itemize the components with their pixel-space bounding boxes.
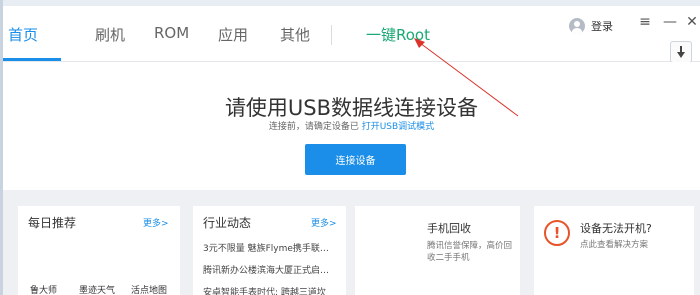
minimize-icon[interactable]: — [662,14,678,30]
download-icon [677,52,685,58]
tab-home[interactable]: 首页 [8,24,38,45]
news-item[interactable]: 3元不限量 魅族Flyme携手联… [203,241,329,254]
more-link[interactable]: 更多> [143,216,169,229]
card-title: 每日推荐 [28,216,77,230]
connect-panel: 请使用USB数据线连接设备 连接前，请确定设备已 打开USB调试模式 连接设备 [3,62,700,190]
card-title: 行业动态 [203,216,252,230]
industry-news-card: 行业动态 更多> 3元不限量 魅族Flyme携手联… 腾讯新办公楼滨海大厦正式启… [193,206,346,295]
nav-separator [331,25,332,45]
app-item[interactable]: 活点地图 [131,283,167,295]
download-button[interactable] [670,41,692,63]
tab-rom[interactable]: ROM [154,24,189,42]
connect-device-button[interactable]: 连接设备 [305,144,406,175]
app-header: 首页 刷机 ROM 应用 其他 一键Root 登录 ≡ — ✕ [3,6,700,63]
connect-hint: 连接前，请确定设备已 打开USB调试模式 [3,119,700,132]
menu-icon[interactable]: ≡ [637,14,653,30]
tab-one-click-root[interactable]: 一键Root [366,24,430,45]
app-item[interactable]: 墨迹天气 [79,283,115,295]
more-link[interactable]: 更多> [311,216,337,229]
daily-recommend-card: 每日推荐 更多> 鲁大师 墨迹天气 活点地图 [18,206,180,295]
login-label: 登录 [591,20,613,33]
boot-help-card[interactable]: ! 设备无法开机? 点此查看解决方案 [534,206,694,295]
user-avatar-icon [569,18,585,34]
connect-title: 请使用USB数据线连接设备 [224,96,479,120]
phone-recycle-card[interactable]: 手机回收 腾讯信誉保障，高价回收二手手机 [355,206,520,295]
news-item[interactable]: 安卓智能手表时代: 跨越三道坎 [203,285,326,295]
login-area[interactable]: 登录 [569,16,613,36]
warning-icon: ! [544,220,570,246]
card-desc: 点此查看解决方案 [580,240,649,250]
app-item[interactable]: 鲁大师 [30,283,57,295]
tab-other[interactable]: 其他 [280,24,310,45]
card-title: 设备无法开机? [580,222,652,235]
usb-debug-link[interactable]: 打开USB调试模式 [362,122,434,132]
card-desc: 腾讯信誉保障，高价回收二手手机 [427,241,513,263]
tab-apps[interactable]: 应用 [218,24,248,45]
connect-hint-text: 连接前，请确定设备已 [268,122,359,132]
close-icon[interactable]: ✕ [684,14,700,30]
news-item[interactable]: 腾讯新办公楼滨海大厦正式启… [203,263,329,276]
tab-home-underline [3,58,61,61]
card-title: 手机回收 [427,222,471,235]
tab-flash[interactable]: 刷机 [95,24,125,45]
